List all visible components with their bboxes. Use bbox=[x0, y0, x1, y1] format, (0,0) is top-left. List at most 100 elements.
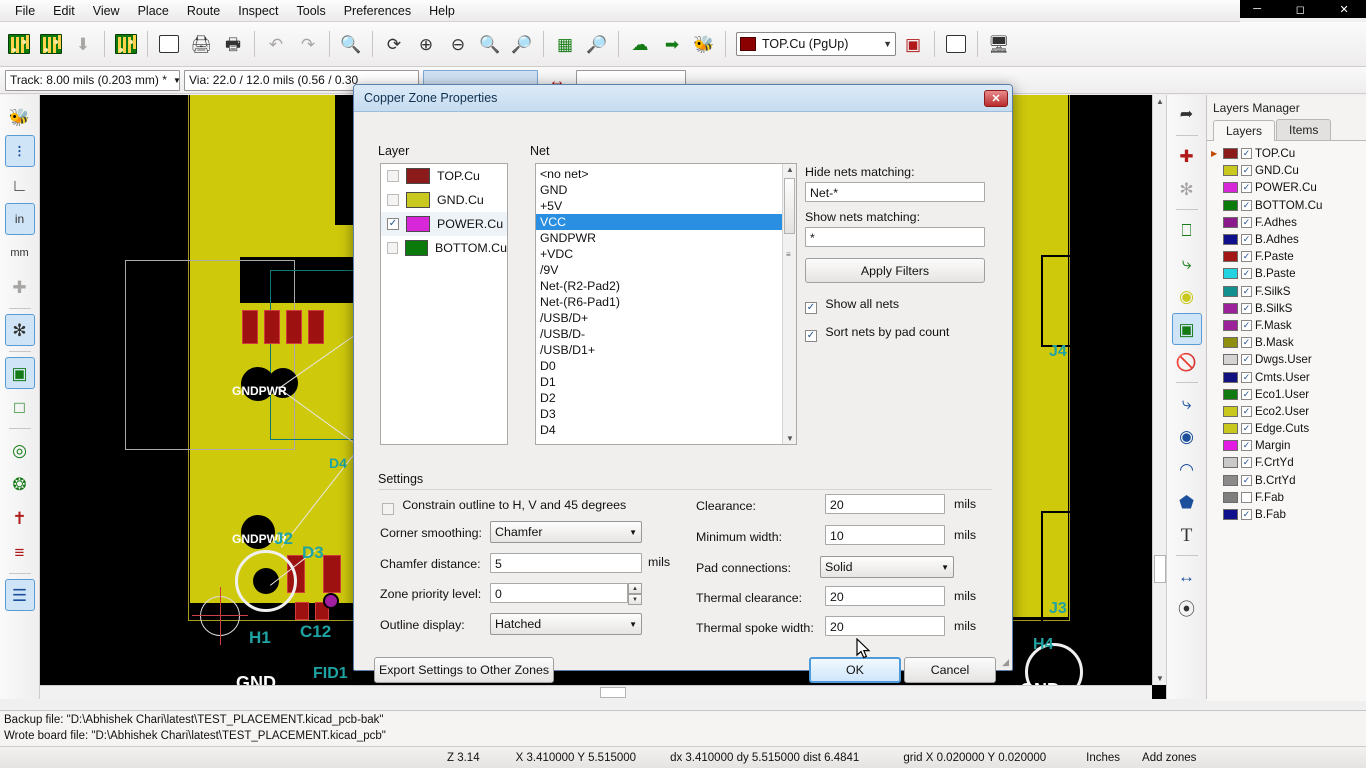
scroll-up-icon[interactable]: ▲ bbox=[1153, 97, 1166, 106]
scroll-down-icon[interactable]: ▼ bbox=[783, 434, 796, 443]
dialog-net-list[interactable]: <no net> GND +5V VCC GNDPWR +VDC/9V Net-(R2-Pa… bbox=[535, 163, 797, 445]
sort-nets-row[interactable]: ✓ Sort nets by pad count bbox=[805, 325, 990, 342]
pcb-new-icon[interactable] bbox=[4, 28, 34, 60]
maximize-icon[interactable]: ◻ bbox=[1296, 3, 1305, 16]
add-circle-icon[interactable]: ◉ bbox=[1172, 420, 1202, 452]
constrain-outline-row[interactable]: ✓ Constrain outline to H, V and 45 degre… bbox=[382, 498, 626, 515]
units-inches-icon[interactable]: in bbox=[4, 203, 35, 235]
net-list-item[interactable]: /USB/D1+ bbox=[536, 342, 796, 358]
ok-button[interactable]: OK bbox=[809, 657, 901, 683]
netlist-icon[interactable]: ☁ bbox=[625, 28, 655, 60]
add-graphic-polygon-icon[interactable]: ⬟ bbox=[1172, 486, 1202, 518]
board-setup-icon[interactable] bbox=[111, 28, 141, 60]
layer-visibility-checkbox[interactable] bbox=[1241, 491, 1252, 503]
track-sketch-icon[interactable]: ❂ bbox=[5, 468, 35, 500]
dialog-layer-checkbox[interactable]: ✓ bbox=[387, 218, 399, 230]
polar-coords-icon[interactable]: ∟ bbox=[5, 169, 35, 201]
zoom-fit-icon[interactable]: 🔍 bbox=[475, 28, 505, 60]
layer-color-swatch[interactable] bbox=[1223, 354, 1238, 366]
layer-color-swatch[interactable] bbox=[1223, 251, 1238, 263]
layer-row-f-fab[interactable]: F.Fab bbox=[1209, 489, 1366, 506]
add-text-icon[interactable]: T bbox=[1172, 519, 1202, 551]
net-list-item[interactable]: D0 bbox=[536, 358, 796, 374]
zoom-out-icon[interactable]: ⊖ bbox=[443, 28, 473, 60]
layer-color-swatch[interactable] bbox=[1223, 319, 1238, 331]
layer-row-b-fab[interactable]: ✓ B.Fab bbox=[1209, 506, 1366, 523]
outline-display-select[interactable]: Hatched ▼ bbox=[490, 613, 642, 635]
zone-priority-stepper[interactable]: ▲ ▼ bbox=[628, 583, 642, 605]
menu-help[interactable]: Help bbox=[420, 2, 464, 20]
minimum-width-input[interactable]: 10 bbox=[825, 525, 945, 545]
layer-row-b-mask[interactable]: ✓ B.Mask bbox=[1209, 334, 1366, 351]
layer-row-f-adhes[interactable]: ✓ F.Adhes bbox=[1209, 214, 1366, 231]
show-nets-input[interactable]: * bbox=[805, 227, 985, 247]
layer-row-gnd-cu[interactable]: ✓ GND.Cu bbox=[1209, 162, 1366, 179]
constrain-outline-checkbox[interactable]: ✓ bbox=[382, 503, 394, 515]
layer-visibility-checkbox[interactable]: ✓ bbox=[1241, 509, 1252, 521]
layer-visibility-checkbox[interactable]: ✓ bbox=[1241, 285, 1252, 297]
dialog-layer-row-power-cu[interactable]: ✓ POWER.Cu bbox=[381, 212, 507, 236]
net-list-item[interactable]: D4 bbox=[536, 422, 796, 438]
contrast-mode-icon[interactable]: ☰ bbox=[4, 579, 35, 611]
add-dimension-icon[interactable]: ↔ bbox=[1172, 560, 1202, 592]
layer-visibility-checkbox[interactable]: ✓ bbox=[1241, 199, 1252, 211]
graphic-sketch-icon[interactable]: ≡ bbox=[5, 536, 35, 568]
layer-visibility-checkbox[interactable]: ✓ bbox=[1241, 165, 1252, 177]
save-icon[interactable]: ⬇ bbox=[68, 28, 98, 60]
clearance-input[interactable]: 20 bbox=[825, 494, 945, 514]
layer-visibility-checkbox[interactable]: ✓ bbox=[1241, 405, 1252, 417]
sort-nets-checkbox[interactable]: ✓ bbox=[805, 330, 817, 342]
local-ratsnest-icon[interactable]: ✻ bbox=[1172, 173, 1202, 205]
layer-visibility-checkbox[interactable]: ✓ bbox=[1241, 457, 1252, 469]
net-list-item[interactable]: <no net> bbox=[536, 166, 796, 182]
print-preview-icon[interactable]: 🔍 bbox=[336, 28, 366, 60]
layer-visibility-checkbox[interactable]: ✓ bbox=[1241, 302, 1252, 314]
canvas-vertical-scrollbar[interactable]: ▲ ▼ bbox=[1152, 95, 1166, 685]
console-icon[interactable]: 🖥 bbox=[984, 28, 1014, 60]
layer-row-margin[interactable]: ✓ Margin bbox=[1209, 437, 1366, 454]
dialog-layer-checkbox[interactable] bbox=[387, 194, 399, 206]
net-list-item[interactable]: D1 bbox=[536, 374, 796, 390]
layer-color-swatch[interactable] bbox=[1223, 285, 1238, 297]
menu-file[interactable]: File bbox=[6, 2, 44, 20]
layer-visibility-checkbox[interactable]: ✓ bbox=[1241, 354, 1252, 366]
layer-row-top-cu[interactable]: ▶ ✓ TOP.Cu bbox=[1209, 145, 1366, 162]
dialog-layer-checkbox[interactable] bbox=[387, 170, 399, 182]
zone-priority-input[interactable]: 0 bbox=[490, 583, 628, 603]
grid-display-icon[interactable]: ⁝ bbox=[4, 135, 35, 167]
layer-row-b-silks[interactable]: ✓ B.SilkS bbox=[1209, 300, 1366, 317]
layer-visibility-checkbox[interactable]: ✓ bbox=[1241, 371, 1252, 383]
layer-visibility-checkbox[interactable]: ✓ bbox=[1241, 251, 1252, 263]
thermal-spoke-input[interactable]: 20 bbox=[825, 616, 945, 636]
route-track-icon[interactable]: ⤷ bbox=[1172, 247, 1202, 279]
layer-row-bottom-cu[interactable]: ✓ BOTTOM.Cu bbox=[1209, 197, 1366, 214]
layer-visibility-checkbox[interactable]: ✓ bbox=[1241, 337, 1252, 349]
zone-filled-icon[interactable]: ▣ bbox=[4, 357, 35, 389]
show-ratsnest-icon[interactable]: ✻ bbox=[4, 314, 35, 346]
highlight-net-tool-icon[interactable]: ✚ bbox=[1172, 140, 1202, 172]
layer-color-swatch[interactable] bbox=[1223, 405, 1238, 417]
menu-place[interactable]: Place bbox=[129, 2, 178, 20]
layer-color-swatch[interactable] bbox=[1223, 216, 1238, 228]
net-list-item[interactable]: Net-(R6-Pad1) bbox=[536, 294, 796, 310]
dialog-layer-checkbox[interactable] bbox=[387, 242, 399, 254]
set-origin-icon[interactable]: ⦿ bbox=[1172, 593, 1202, 625]
drc-off-icon[interactable]: 🐝 bbox=[5, 101, 35, 133]
highlight-net-icon[interactable]: ▣ bbox=[898, 28, 928, 60]
add-keepout-zone-icon[interactable]: 🚫 bbox=[1172, 346, 1202, 378]
layer-row-cmts-user[interactable]: ✓ Cmts.User bbox=[1209, 368, 1366, 385]
layer-visibility-checkbox[interactable]: ✓ bbox=[1241, 388, 1252, 400]
net-list-item[interactable]: VCC bbox=[536, 214, 782, 230]
hide-nets-input[interactable]: Net-* bbox=[805, 182, 985, 202]
show-all-nets-checkbox[interactable]: ✓ bbox=[805, 302, 817, 314]
layer-row-edge-cuts[interactable]: ✓ Edge.Cuts bbox=[1209, 420, 1366, 437]
refresh-icon[interactable]: ⟳ bbox=[379, 28, 409, 60]
layer-row-f-mask[interactable]: ✓ F.Mask bbox=[1209, 317, 1366, 334]
dialog-layer-row-gnd-cu[interactable]: GND.Cu bbox=[381, 188, 507, 212]
menu-edit[interactable]: Edit bbox=[44, 2, 84, 20]
layer-row-b-adhes[interactable]: ✓ B.Adhes bbox=[1209, 231, 1366, 248]
printer-icon[interactable]: 🖨 bbox=[186, 28, 216, 60]
layer-row-eco1-user[interactable]: ✓ Eco1.User bbox=[1209, 386, 1366, 403]
show-all-nets-row[interactable]: ✓ Show all nets bbox=[805, 297, 990, 314]
scroll-thumb-horizontal[interactable] bbox=[600, 687, 626, 698]
